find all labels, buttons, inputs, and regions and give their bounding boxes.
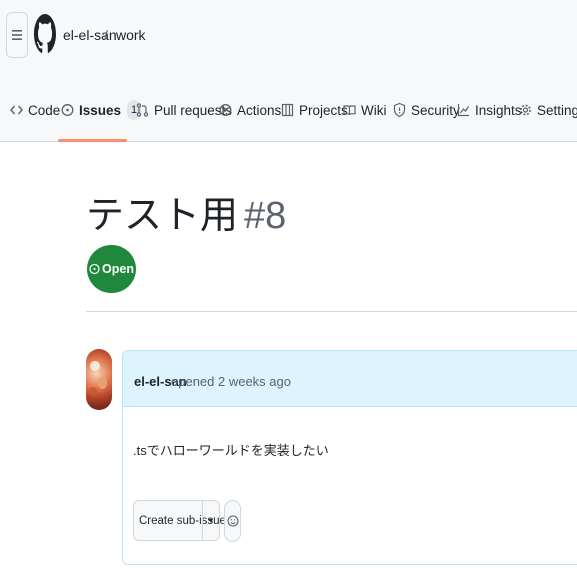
header-divider xyxy=(86,311,577,312)
table-icon xyxy=(281,103,294,117)
github-logo-icon[interactable] xyxy=(34,14,56,54)
tab-insights[interactable]: Insights xyxy=(457,90,522,130)
comment-body: .tsでハローワールドを実装したい xyxy=(133,443,329,458)
chevron-down-icon[interactable]: ▾ xyxy=(202,501,219,540)
issue-number: #8 xyxy=(244,195,287,237)
tab-actions[interactable]: Actions xyxy=(219,90,281,130)
breadcrumb-separator: / xyxy=(104,27,108,43)
tab-actions-label: Actions xyxy=(237,102,282,118)
repo-nav-tabs: Code Issues 1 Pull requests Actions Proj… xyxy=(0,90,577,142)
play-icon xyxy=(219,104,232,116)
tab-issues[interactable]: Issues 1 xyxy=(61,90,142,130)
tab-security[interactable]: Security xyxy=(393,90,460,130)
tab-security-label: Security xyxy=(411,102,460,118)
code-icon xyxy=(10,105,23,115)
issue-opened-icon xyxy=(89,263,100,275)
create-sub-issue-label: Create sub-issue xyxy=(139,514,226,527)
issue-state-label: Open xyxy=(102,262,134,276)
selected-tab-underline xyxy=(58,139,127,142)
tab-projects-label: Projects xyxy=(299,102,348,118)
issue-comment: el-el-san opened 2 weeks ago .tsでハローワールド… xyxy=(122,350,577,565)
issue-state-badge: Open xyxy=(87,245,136,293)
tab-projects[interactable]: Projects xyxy=(281,90,348,130)
book-icon xyxy=(343,105,356,116)
tab-insights-label: Insights xyxy=(475,102,522,118)
breadcrumb-repo-link[interactable]: work xyxy=(116,27,146,43)
comment-timestamp: opened 2 weeks ago xyxy=(171,374,291,389)
tab-code[interactable]: Code xyxy=(10,90,60,130)
menu-button[interactable] xyxy=(6,12,28,58)
git-pull-request-icon xyxy=(136,103,149,117)
smiley-icon xyxy=(226,515,239,527)
issue-opened-icon xyxy=(61,104,74,116)
tab-settings-label: Settings xyxy=(537,102,577,118)
shield-icon xyxy=(393,102,406,118)
graph-icon xyxy=(457,104,469,117)
tab-wiki-label: Wiki xyxy=(361,102,387,118)
repo-header: el-el-san / work Code Issues 1 Pull requ… xyxy=(0,0,577,142)
comment-header: el-el-san opened 2 weeks ago xyxy=(123,351,577,407)
gear-icon xyxy=(520,104,531,116)
issue-title-text: テスト用 xyxy=(86,195,239,237)
tab-code-label: Code xyxy=(28,102,61,118)
tab-issues-label: Issues xyxy=(79,102,122,118)
breadcrumb-owner-link[interactable]: el-el-san xyxy=(63,27,117,43)
tab-pull-requests[interactable]: Pull requests xyxy=(136,90,232,130)
add-reaction-button[interactable] xyxy=(224,500,241,542)
avatar[interactable] xyxy=(86,349,112,410)
hamburger-icon xyxy=(12,30,22,40)
tab-settings[interactable]: Settings xyxy=(519,90,577,130)
tab-wiki[interactable]: Wiki xyxy=(343,90,387,130)
issue-title: テスト用 #8 xyxy=(86,184,286,239)
create-sub-issue-button[interactable]: Create sub-issue ▾ xyxy=(133,500,226,541)
